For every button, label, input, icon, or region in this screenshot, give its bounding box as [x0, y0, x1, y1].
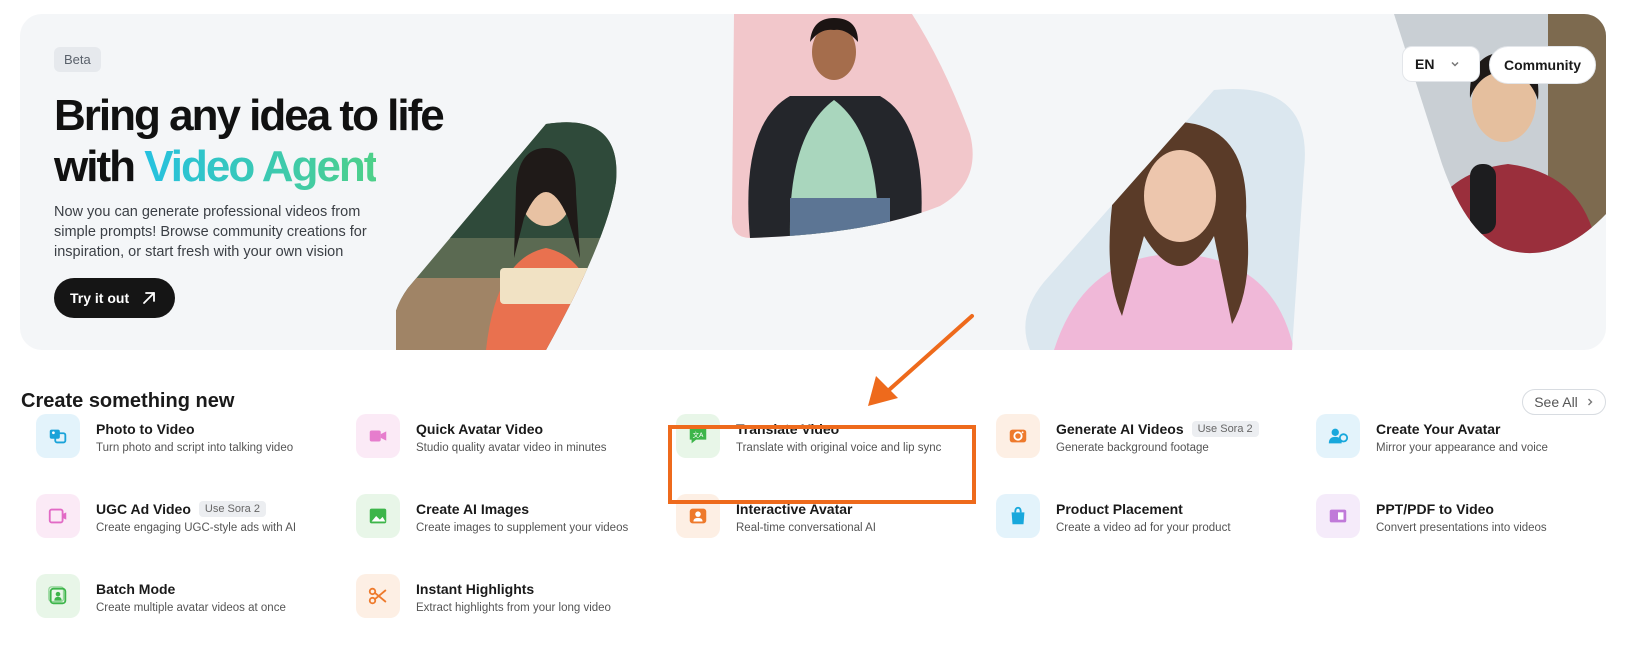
tool-card-text: Batch Mode Create multiple avatar videos … — [96, 579, 336, 614]
tool-card-title-row: PPT/PDF to Video — [1376, 499, 1616, 519]
tool-card-text: Instant Highlights Extract highlights fro… — [416, 579, 656, 614]
tool-card-text: Photo to Video Turn photo and script into… — [96, 419, 336, 454]
photo-to-video-icon — [36, 414, 80, 458]
tool-card-title-row: Create Your Avatar — [1376, 419, 1616, 439]
headline-prefix: with — [54, 142, 145, 191]
tool-card-title-row: Create AI Images — [416, 499, 656, 519]
tool-card-title: Instant Highlights — [416, 580, 535, 597]
annotation-arrow-icon — [868, 314, 974, 406]
tool-card-create-ai-images[interactable]: Create AI Images Create images to supplem… — [356, 491, 656, 541]
try-it-out-button[interactable]: Try it out — [54, 278, 176, 318]
tool-card-interactive-avatar[interactable]: Interactive Avatar Real-time conversation… — [676, 491, 976, 541]
hero-description: Now you can generate professional videos… — [54, 204, 367, 260]
tool-card-text: Quick Avatar Video Studio quality avatar … — [416, 419, 656, 454]
tool-card-title: Product Placement — [1056, 500, 1183, 517]
tool-card-title-row: Instant Highlights — [416, 579, 656, 599]
tool-card-title: Create Your Avatar — [1376, 420, 1501, 437]
tool-card-batch-mode[interactable]: Batch Mode Create multiple avatar videos … — [36, 571, 336, 621]
woman-avatar-image — [1025, 89, 1305, 350]
headline-line-2: with Video Agent — [54, 141, 443, 192]
tool-card-text: Interactive Avatar Real-time conversation… — [736, 499, 976, 534]
tool-card-description: Real-time conversational AI — [736, 521, 876, 534]
avatar-icon — [1316, 414, 1360, 458]
tool-card-text: Translate Video Translate with original v… — [736, 419, 976, 454]
tool-card-title-row: Generate AI Videos Use Sora 2 — [1056, 419, 1296, 439]
tool-card-photo-to-video[interactable]: Photo to Video Turn photo and script into… — [36, 411, 336, 461]
tool-card-description: Translate with original voice and lip sy… — [736, 441, 942, 454]
hero-banner: Beta Bring any idea to life with Video A… — [20, 14, 1606, 350]
camera-icon — [356, 414, 400, 458]
tool-card-description: Convert presentations into videos — [1376, 521, 1547, 534]
tool-card-description: Create images to supplement your videos — [416, 521, 629, 534]
tool-card-ppt-pdf-to-video[interactable]: PPT/PDF to Video Convert presentations in… — [1316, 491, 1616, 541]
headline-line-1: Bring any idea to life — [54, 91, 445, 140]
translate-icon: 文A — [676, 414, 720, 458]
scissors-icon — [356, 574, 400, 618]
batch-icon — [36, 574, 80, 618]
tool-card-title-row: Photo to Video — [96, 419, 336, 439]
tool-card-title: Interactive Avatar — [736, 500, 853, 517]
shopping-bag-icon — [996, 494, 1040, 538]
community-button[interactable]: Community — [1489, 46, 1596, 84]
headline-accent: Video Agent — [144, 142, 378, 191]
section-title: Create something new — [21, 390, 235, 412]
tool-card-ugc-ad-video[interactable]: UGC Ad Video Use Sora 2 Create engaging UG… — [36, 491, 336, 541]
tool-card-generate-ai-videos[interactable]: Generate AI Videos Use Sora 2 Generate bac… — [996, 411, 1296, 461]
interactive-avatar-icon — [676, 494, 720, 538]
image-icon — [356, 494, 400, 538]
see-all-label: See All — [1534, 394, 1578, 410]
beta-badge: Beta — [54, 47, 101, 72]
tool-card-title: Translate Video — [736, 420, 840, 437]
tool-card-description: Create multiple avatar videos at once — [96, 601, 286, 614]
tool-card-product-placement[interactable]: Product Placement Create a video ad for y… — [996, 491, 1296, 541]
tool-card-title-row: Quick Avatar Video — [416, 419, 656, 439]
tool-card-translate-video[interactable]: 文A Translate Video Translate with original… — [676, 411, 976, 461]
tool-card-text: Create Your Avatar Mirror your appearance… — [1376, 419, 1616, 454]
tool-card-description: Create engaging UGC-style ads with AI — [96, 521, 297, 534]
tool-card-text: PPT/PDF to Video Convert presentations in… — [1376, 499, 1616, 534]
tool-card-badge: Use Sora 2 — [1191, 420, 1259, 437]
presentation-icon — [1316, 494, 1360, 538]
tool-card-text: Generate AI Videos Use Sora 2 Generate bac… — [1056, 419, 1296, 454]
language-selector[interactable]: EN — [1402, 46, 1480, 82]
tool-card-title-row: Translate Video — [736, 419, 976, 439]
tool-card-quick-avatar-video[interactable]: Quick Avatar Video Studio quality avatar … — [356, 411, 656, 461]
chevron-right-icon — [1587, 398, 1593, 406]
tool-card-description: Create a video ad for your product — [1056, 521, 1231, 534]
tool-card-title: UGC Ad Video — [96, 500, 191, 517]
hoodie-avatar-image — [731, 14, 973, 238]
tool-card-description: Studio quality avatar video in minutes — [416, 441, 607, 454]
language-value: EN — [1415, 56, 1435, 72]
tool-card-text: Create AI Images Create images to supplem… — [416, 499, 656, 534]
tool-card-description: Turn photo and script into talking video — [96, 441, 294, 454]
tool-card-instant-highlights[interactable]: Instant Highlights Extract highlights fro… — [356, 571, 656, 621]
tool-card-title-row: Batch Mode — [96, 579, 336, 599]
arrow-up-right-icon — [143, 292, 156, 304]
tool-card-title-row: UGC Ad Video Use Sora 2 — [96, 499, 336, 519]
teacher-avatar-image — [396, 122, 617, 350]
tool-card-description: Mirror your appearance and voice — [1376, 441, 1548, 454]
try-it-out-label: Try it out — [70, 290, 130, 306]
tool-card-title: PPT/PDF to Video — [1376, 500, 1494, 517]
chevron-down-icon — [1451, 61, 1459, 67]
tool-card-title: Batch Mode — [96, 580, 176, 597]
hero-headline: Bring any idea to life with Video Agent — [54, 90, 445, 192]
tool-card-description: Generate background footage — [1056, 441, 1209, 454]
tool-card-description: Extract highlights from your long video — [416, 601, 611, 614]
tool-card-title-row: Interactive Avatar — [736, 499, 976, 519]
tool-card-badge: Use Sora 2 — [198, 500, 266, 517]
tool-card-create-your-avatar[interactable]: Create Your Avatar Mirror your appearance… — [1316, 411, 1616, 461]
tool-card-title: Generate AI Videos — [1056, 420, 1184, 437]
ugc-video-icon — [36, 494, 80, 538]
tool-card-title: Quick Avatar Video — [416, 420, 544, 437]
tool-card-title: Create AI Images — [416, 500, 530, 517]
tool-card-text: UGC Ad Video Use Sora 2 Create engaging UG… — [96, 499, 336, 534]
svg-text:文A: 文A — [693, 430, 704, 439]
tool-card-title: Photo to Video — [96, 420, 195, 437]
tool-card-text: Product Placement Create a video ad for y… — [1056, 499, 1296, 534]
ai-video-icon — [996, 414, 1040, 458]
tool-card-title-row: Product Placement — [1056, 499, 1296, 519]
